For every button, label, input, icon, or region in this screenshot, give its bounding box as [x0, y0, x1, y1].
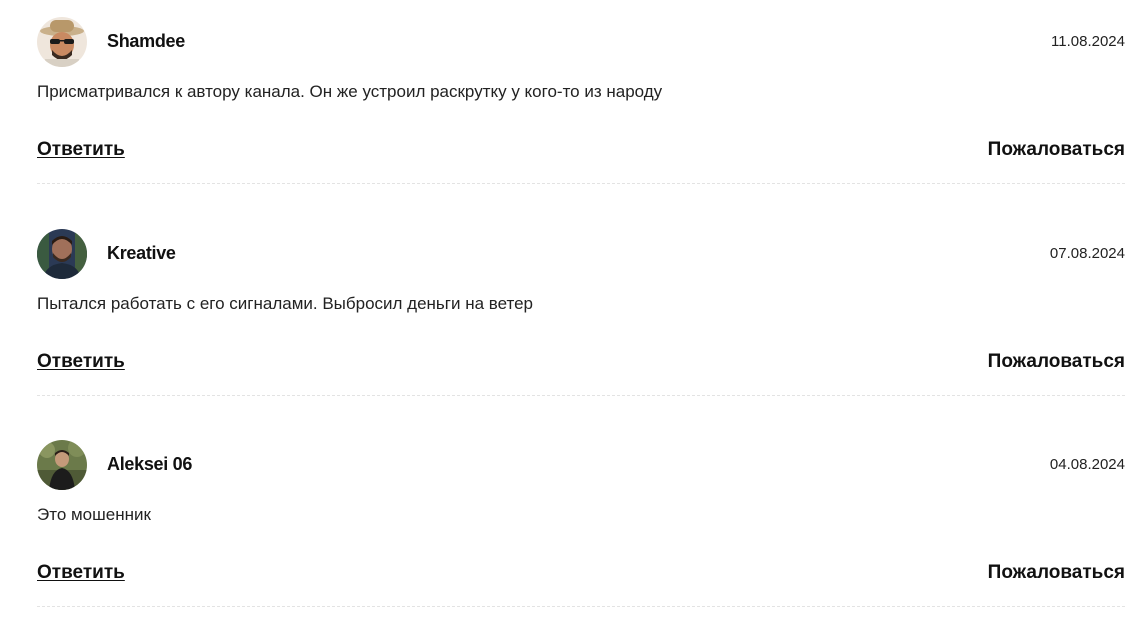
- comment-header: Kreative 07.08.2024: [37, 229, 1125, 281]
- comment-actions: Ответить Пожаловаться: [37, 139, 1125, 165]
- comment-header: Shamdee 11.08.2024: [37, 17, 1125, 69]
- report-button[interactable]: Пожаловаться: [988, 351, 1125, 373]
- comment-item: Shamdee 11.08.2024 Присматривался к авто…: [37, 17, 1125, 228]
- user-avatar-icon: [37, 229, 87, 279]
- avatar[interactable]: [37, 440, 87, 490]
- comment-text: Присматривался к автору канала. Он же ус…: [37, 82, 663, 101]
- comment-date: 07.08.2024: [1049, 245, 1125, 262]
- comment-header: Aleksei 06 04.08.2024: [37, 440, 1125, 492]
- comment-text: Это мошенник: [37, 505, 151, 524]
- comment-divider: [37, 183, 1125, 184]
- comment-divider: [37, 395, 1125, 396]
- comment-item: Aleksei 06 04.08.2024 Это мошенник Ответ…: [37, 440, 1125, 633]
- comment-date: 11.08.2024: [1051, 33, 1125, 50]
- comment-author: Aleksei 06: [107, 454, 193, 474]
- comment-date: 04.08.2024: [1049, 456, 1125, 473]
- reply-button[interactable]: Ответить: [37, 351, 125, 373]
- comment-actions: Ответить Пожаловаться: [37, 562, 1125, 588]
- comment-author: Kreative: [107, 243, 176, 263]
- user-avatar-icon: [37, 17, 87, 67]
- comment-divider: [37, 606, 1125, 607]
- avatar[interactable]: [37, 229, 87, 279]
- avatar[interactable]: [37, 17, 87, 67]
- report-button[interactable]: Пожаловаться: [988, 562, 1125, 584]
- comment-actions: Ответить Пожаловаться: [37, 351, 1125, 377]
- reply-button[interactable]: Ответить: [37, 139, 125, 161]
- comment-author: Shamdee: [107, 31, 185, 51]
- reply-button[interactable]: Ответить: [37, 562, 125, 584]
- user-avatar-icon: [37, 440, 87, 490]
- comments-list: Shamdee 11.08.2024 Присматривался к авто…: [0, 0, 1137, 633]
- comment-text: Пытался работать с его сигналами. Выброс…: [37, 294, 534, 313]
- comment-item: Kreative 07.08.2024 Пытался работать с е…: [37, 229, 1125, 440]
- report-button[interactable]: Пожаловаться: [988, 139, 1125, 161]
